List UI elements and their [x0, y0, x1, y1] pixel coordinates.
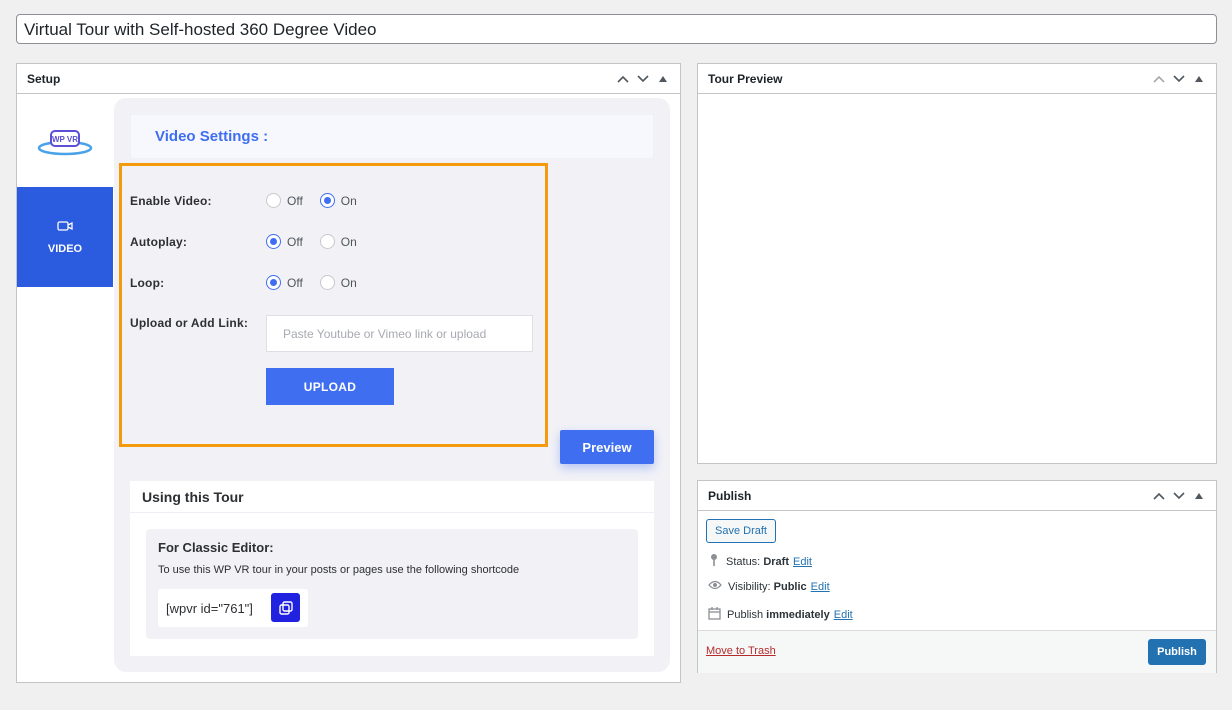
- visibility-row: Visibility: Public Edit: [708, 580, 830, 593]
- toggle-panel-icon[interactable]: [1192, 489, 1206, 503]
- calendar-icon: [708, 607, 721, 623]
- shortcode-box: [wpvr id="761"]: [158, 589, 308, 627]
- publish-metabox: Publish Save Draft Status: Draft Edit Vis…: [697, 480, 1217, 673]
- preview-button[interactable]: Preview: [560, 430, 654, 464]
- eye-icon: [708, 580, 722, 593]
- move-up-icon[interactable]: [616, 72, 630, 86]
- tour-preview-metabox: Tour Preview: [697, 63, 1217, 464]
- tour-preview-header: Tour Preview: [698, 64, 1216, 94]
- enable-video-row: Enable Video: Off On: [130, 193, 374, 208]
- video-link-input[interactable]: Paste Youtube or Vimeo link or upload: [266, 315, 533, 352]
- setup-handle-actions: [616, 64, 670, 94]
- move-down-icon[interactable]: [1172, 489, 1186, 503]
- status-row: Status: Draft Edit: [708, 553, 812, 570]
- schedule-edit-link[interactable]: Edit: [834, 609, 853, 621]
- using-tour-section: Using this Tour For Classic Editor: To u…: [130, 481, 654, 656]
- publish-actions: Move to Trash Publish: [698, 630, 1216, 673]
- video-settings-heading: Video Settings :: [130, 114, 654, 159]
- publish-title: Publish: [708, 488, 752, 503]
- upload-row: Upload or Add Link:: [130, 316, 266, 330]
- shortcode-text: [wpvr id="761"]: [166, 600, 253, 616]
- loop-label: Loop:: [130, 275, 165, 290]
- tab-video[interactable]: VIDEO: [17, 187, 113, 287]
- using-tour-heading: Using this Tour: [130, 481, 654, 513]
- visibility-edit-link[interactable]: Edit: [811, 581, 830, 593]
- classic-editor-heading: For Classic Editor:: [158, 540, 274, 555]
- loop-on-radio[interactable]: On: [319, 275, 357, 290]
- video-camera-icon: [57, 220, 73, 235]
- copy-shortcode-button[interactable]: [271, 593, 300, 622]
- save-draft-button[interactable]: Save Draft: [706, 519, 776, 543]
- post-title-input[interactable]: Virtual Tour with Self-hosted 360 Degree…: [16, 14, 1217, 44]
- classic-editor-text: To use this WP VR tour in your posts or …: [158, 564, 520, 576]
- enable-video-on-radio[interactable]: On: [319, 193, 357, 208]
- setup-header: Setup: [17, 64, 680, 94]
- move-up-icon[interactable]: [1152, 72, 1166, 86]
- pin-icon: [708, 553, 720, 570]
- enable-video-off-radio[interactable]: Off: [266, 193, 303, 208]
- vr-sidebar: WP VR VIDEO: [17, 95, 114, 683]
- wpvr-logo: WP VR: [37, 127, 93, 157]
- tour-preview-handle-actions: [1152, 64, 1206, 94]
- logo-text: WP VR: [52, 135, 78, 144]
- move-to-trash-link[interactable]: Move to Trash: [706, 645, 776, 657]
- setup-metabox: Setup WP VR VIDEO Video Settings : Enabl…: [16, 63, 681, 683]
- setup-title: Setup: [27, 71, 61, 86]
- schedule-row: Publish immediately Edit: [708, 607, 853, 623]
- move-down-icon[interactable]: [636, 72, 650, 86]
- loop-row: Loop: Off On: [130, 275, 374, 290]
- publish-handle-actions: [1152, 481, 1206, 511]
- autoplay-label: Autoplay:: [130, 234, 188, 249]
- upload-button[interactable]: UPLOAD: [266, 368, 394, 405]
- toggle-panel-icon[interactable]: [1192, 72, 1206, 86]
- move-down-icon[interactable]: [1172, 72, 1186, 86]
- move-up-icon[interactable]: [1152, 489, 1166, 503]
- publish-header: Publish: [698, 481, 1216, 511]
- autoplay-row: Autoplay: Off On: [130, 234, 374, 249]
- tour-preview-title: Tour Preview: [708, 71, 783, 86]
- classic-editor-box: For Classic Editor: To use this WP VR to…: [146, 529, 638, 639]
- autoplay-off-radio[interactable]: Off: [266, 234, 303, 249]
- video-settings-panel: Video Settings : Enable Video: Off On Au…: [114, 98, 670, 672]
- autoplay-on-radio[interactable]: On: [319, 234, 357, 249]
- publish-button[interactable]: Publish: [1148, 639, 1206, 665]
- status-edit-link[interactable]: Edit: [793, 556, 812, 568]
- loop-off-radio[interactable]: Off: [266, 275, 303, 290]
- copy-icon: [278, 600, 293, 615]
- tab-video-label: VIDEO: [47, 242, 83, 255]
- toggle-panel-icon[interactable]: [656, 72, 670, 86]
- upload-label: Upload or Add Link:: [130, 316, 249, 330]
- enable-video-label: Enable Video:: [130, 193, 212, 208]
